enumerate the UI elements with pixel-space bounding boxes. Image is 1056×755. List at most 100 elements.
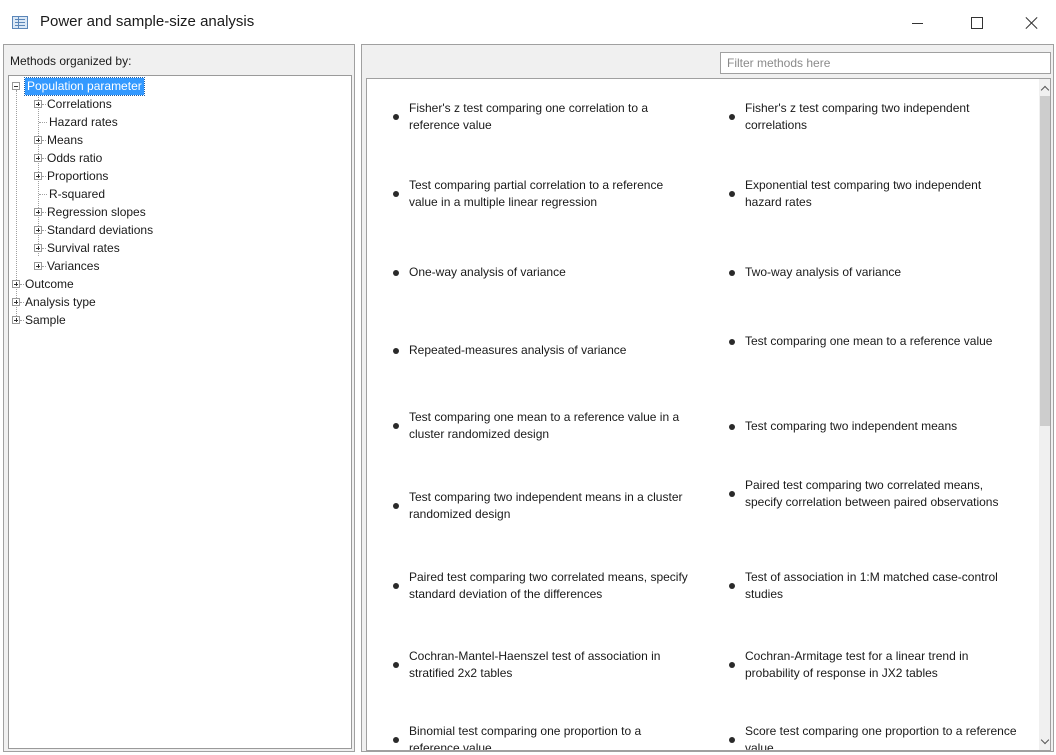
chevron-down-icon — [1040, 735, 1050, 744]
method-label[interactable]: Test comparing one mean to a reference v… — [745, 333, 992, 350]
tree-connector — [39, 122, 47, 123]
scroll-up-button[interactable] — [1039, 81, 1050, 95]
filter-methods-input[interactable] — [720, 52, 1051, 74]
method-item[interactable]: Score test comparing one proportion to a… — [729, 723, 1019, 750]
method-label[interactable]: Test comparing one mean to a reference v… — [409, 409, 693, 443]
minimize-button[interactable] — [895, 8, 939, 38]
close-button[interactable] — [1010, 8, 1054, 38]
bullet-icon — [393, 191, 399, 197]
tree-label[interactable]: Sample — [25, 312, 66, 329]
method-label[interactable]: Binomial test comparing one proportion t… — [409, 723, 693, 750]
tree-label[interactable]: Hazard rates — [49, 114, 118, 131]
tree-label[interactable]: R-squared — [49, 186, 105, 203]
method-item[interactable]: Paired test comparing two correlated mea… — [729, 477, 1019, 511]
method-label[interactable]: Cochran-Mantel-Haenszel test of associat… — [409, 648, 693, 682]
expand-icon[interactable] — [34, 172, 42, 180]
tree-connector — [42, 230, 46, 231]
bullet-icon — [393, 269, 399, 276]
bullet-icon — [393, 737, 399, 743]
tree-connector — [42, 140, 46, 141]
method-tree[interactable]: Population parameter Correlations Hazard… — [8, 75, 352, 749]
expand-icon[interactable] — [34, 100, 42, 108]
method-label[interactable]: Test comparing two independent means in … — [409, 489, 693, 523]
bullet-icon — [729, 114, 735, 120]
title-bar: Power and sample-size analysis — [0, 0, 1056, 44]
bullet-icon — [393, 423, 399, 429]
tree-label[interactable]: Correlations — [47, 96, 112, 113]
method-label[interactable]: Paired test comparing two correlated mea… — [745, 477, 1019, 511]
methods-organizer-panel: Methods organized by: Population paramet… — [3, 44, 355, 752]
method-label[interactable]: Paired test comparing two correlated mea… — [409, 569, 693, 603]
expand-icon[interactable] — [34, 262, 42, 270]
method-label[interactable]: Fisher's z test comparing two independen… — [745, 100, 1019, 134]
expand-icon[interactable] — [34, 154, 42, 162]
method-item[interactable]: Test comparing two independent means in … — [393, 489, 693, 523]
collapse-icon[interactable] — [12, 82, 20, 90]
tree-label[interactable]: Survival rates — [47, 240, 120, 257]
tree-label[interactable]: Proportions — [47, 168, 108, 185]
bullet-icon — [393, 347, 399, 354]
tree-label[interactable]: Analysis type — [25, 294, 96, 311]
method-item[interactable]: Fisher's z test comparing one correlatio… — [393, 100, 693, 134]
vertical-scrollbar[interactable] — [1039, 79, 1050, 750]
tree-connector — [42, 176, 46, 177]
expand-icon[interactable] — [34, 226, 42, 234]
method-item[interactable]: Fisher's z test comparing two independen… — [729, 100, 1019, 134]
method-item[interactable]: Binomial test comparing one proportion t… — [393, 723, 693, 750]
organizer-label: Methods organized by: — [10, 54, 132, 68]
tree-label[interactable]: Standard deviations — [47, 222, 153, 239]
method-label[interactable]: Score test comparing one proportion to a… — [745, 723, 1019, 750]
bullet-icon — [393, 583, 399, 589]
tree-connector — [20, 284, 24, 285]
method-item[interactable]: Test comparing two independent means — [729, 418, 1019, 435]
tree-label[interactable]: Variances — [47, 258, 99, 275]
tree-connector — [42, 104, 46, 105]
minimize-icon — [911, 22, 923, 24]
method-item[interactable]: Paired test comparing two correlated mea… — [393, 569, 693, 603]
method-item[interactable]: Test of association in 1:M matched case-… — [729, 569, 1019, 603]
bullet-icon — [393, 662, 399, 668]
tree-connector — [20, 302, 24, 303]
methods-panel: Fisher's z test comparing one correlatio… — [361, 44, 1054, 752]
method-label[interactable]: One-way analysis of variance — [409, 264, 566, 281]
method-label[interactable]: Test of association in 1:M matched case-… — [745, 569, 1019, 603]
method-label[interactable]: Repeated-measures analysis of variance — [409, 342, 626, 359]
method-label[interactable]: Two-way analysis of variance — [745, 264, 901, 281]
expand-icon[interactable] — [12, 316, 20, 324]
scroll-down-button[interactable] — [1039, 734, 1050, 748]
tree-connector — [42, 248, 46, 249]
expand-icon[interactable] — [12, 280, 20, 288]
bullet-icon — [729, 737, 735, 743]
tree-label[interactable]: Odds ratio — [47, 150, 102, 167]
method-item[interactable]: One-way analysis of variance — [393, 264, 693, 281]
window-title: Power and sample-size analysis — [40, 13, 255, 30]
expand-icon[interactable] — [12, 298, 20, 306]
method-item[interactable]: Test comparing one mean to a reference v… — [393, 409, 693, 443]
method-label[interactable]: Test comparing partial correlation to a … — [409, 177, 693, 211]
expand-icon[interactable] — [34, 136, 42, 144]
tree-label[interactable]: Means — [47, 132, 83, 149]
method-item[interactable]: Two-way analysis of variance — [729, 264, 1019, 281]
expand-icon[interactable] — [34, 208, 42, 216]
tree-label[interactable]: Regression slopes — [47, 204, 146, 221]
method-item[interactable]: Test comparing one mean to a reference v… — [729, 333, 1019, 350]
tree-connector — [39, 194, 47, 195]
bullet-icon — [729, 269, 735, 276]
maximize-button[interactable] — [955, 8, 999, 38]
tree-label[interactable]: Outcome — [25, 276, 74, 293]
method-item[interactable]: Test comparing partial correlation to a … — [393, 177, 693, 211]
bullet-icon — [729, 583, 735, 589]
method-label[interactable]: Fisher's z test comparing one correlatio… — [409, 100, 693, 134]
method-item[interactable]: Cochran-Armitage test for a linear trend… — [729, 648, 1019, 682]
tree-connector — [42, 158, 46, 159]
method-item[interactable]: Repeated-measures analysis of variance — [393, 342, 693, 359]
method-label[interactable]: Cochran-Armitage test for a linear trend… — [745, 648, 1019, 682]
method-item[interactable]: Exponential test comparing two independe… — [729, 177, 1019, 211]
method-label[interactable]: Exponential test comparing two independe… — [745, 177, 1019, 211]
method-label[interactable]: Test comparing two independent means — [745, 418, 957, 435]
expand-icon[interactable] — [34, 244, 42, 252]
chevron-up-icon — [1040, 85, 1050, 94]
method-item[interactable]: Cochran-Mantel-Haenszel test of associat… — [393, 648, 693, 682]
scrollbar-thumb[interactable] — [1040, 96, 1050, 426]
tree-label[interactable]: Population parameter — [24, 77, 145, 96]
